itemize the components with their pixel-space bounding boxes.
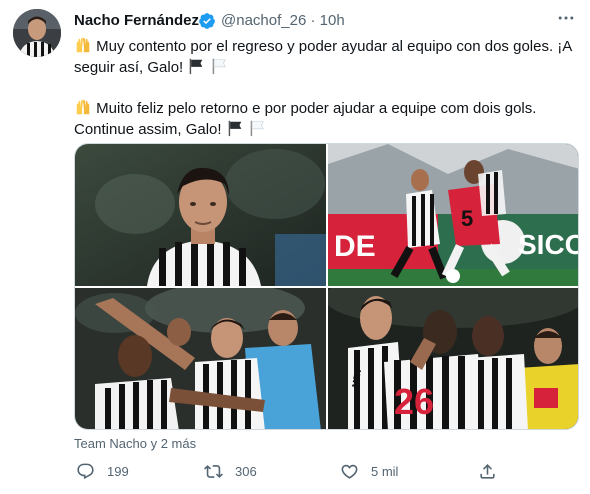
black-flag-icon (228, 120, 242, 137)
raised-hands-icon (76, 99, 90, 115)
photo-match-action[interactable]: DE SICO 5 (328, 144, 579, 286)
reply-count: 199 (107, 463, 129, 479)
separator-dot: · (310, 12, 316, 29)
like-count: 5 mil (371, 463, 399, 479)
sign-de-text: DE (334, 230, 376, 263)
share-icon (480, 463, 495, 479)
tweet-text-es: Muy contento por el regreso y poder ayud… (74, 38, 572, 76)
tweet-header: Nacho Fernández @nachof_26 · 10h (74, 12, 584, 32)
team-hug-photo: MRV 26 (328, 288, 578, 429)
more-dots-icon[interactable] (556, 8, 576, 33)
goal-celebration-photo (75, 288, 326, 429)
handle-and-time[interactable]: @nachof_26 · 10h (221, 12, 345, 29)
match-action-photo: DE SICO 5 (328, 144, 579, 286)
tagged-users[interactable]: Team Nacho y 2 más (74, 436, 196, 451)
tweet-time[interactable]: 10h (320, 12, 345, 29)
tweet-text: Muy contento por el regreso y poder ayud… (74, 36, 579, 140)
author-name[interactable]: Nacho Fernández (74, 12, 199, 29)
heart-icon (341, 464, 358, 479)
tweet-text-portuguese: Muito feliz pelo retorno e por poder aju… (74, 98, 579, 140)
white-flag-icon (250, 120, 264, 137)
photo-player-portrait[interactable] (75, 144, 326, 286)
photo-team-hug[interactable]: MRV 26 (328, 288, 578, 429)
jersey-5-text: 5 (461, 206, 473, 231)
black-flag-icon (190, 58, 203, 75)
tweet-text-pt: Muito feliz pelo retorno e por poder aju… (74, 100, 537, 138)
author-handle[interactable]: @nachof_26 (221, 12, 306, 29)
action-bar: 199 306 5 mil (74, 459, 579, 483)
jersey-26-text: 26 (394, 381, 434, 422)
reply-icon (77, 463, 94, 479)
tweet-card[interactable]: Nacho Fernández @nachof_26 · 10h Muy con… (0, 0, 590, 494)
reply-button[interactable]: 199 (76, 459, 129, 483)
photo-goal-celebration[interactable] (75, 288, 326, 429)
retweet-icon (204, 464, 223, 478)
retweet-count: 306 (235, 463, 257, 479)
avatar[interactable] (13, 9, 61, 57)
retweet-button[interactable]: 306 (204, 459, 257, 483)
media-grid: DE SICO 5 (74, 143, 579, 430)
player-portrait-photo (75, 144, 326, 286)
raised-hands-icon (76, 37, 90, 53)
avatar-photo (13, 9, 61, 57)
white-flag-icon (212, 58, 226, 75)
like-button[interactable]: 5 mil (340, 459, 398, 483)
sign-sico-text: SICO (518, 229, 579, 260)
tweet-text-spanish: Muy contento por el regreso y poder ayud… (74, 36, 579, 78)
verified-badge-icon (199, 13, 215, 29)
share-button[interactable] (478, 459, 497, 483)
